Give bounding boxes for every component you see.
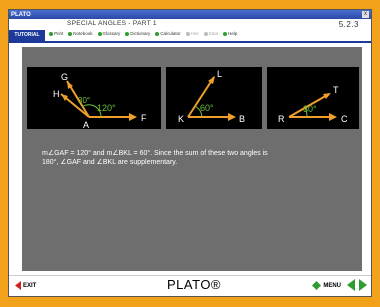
angle-measure-label: 120° (97, 103, 116, 113)
exit-arrow-icon (15, 281, 21, 290)
point-label-r: R (278, 114, 285, 124)
ray-af-arrowhead (129, 113, 137, 121)
next-page-icon[interactable] (359, 279, 367, 291)
data-dot-icon (203, 31, 208, 36)
menu-button[interactable]: MENU (312, 281, 341, 290)
point-label-g: G (61, 72, 68, 82)
lesson-title: SPECIAL ANGLES - PART 1 (67, 20, 157, 27)
notebook-dot-icon (68, 31, 73, 36)
page-navigation (347, 279, 367, 291)
menu-item-dictionary[interactable]: Dictionary (125, 31, 150, 36)
explanation-text: m∠GAF = 120° and m∠BKL = 60°. Since the … (42, 149, 347, 167)
exit-button[interactable]: EXIT (15, 281, 36, 290)
menu-item-hint: Hint (185, 31, 199, 36)
angle-measure-label: 30° (303, 104, 317, 114)
hint-dot-icon (185, 31, 190, 36)
angle-bkl-diagram: 60° L K B (166, 67, 262, 129)
angle-diagrams: 120° 30° G H A F 60° L K B 30° T R C (22, 67, 362, 129)
explanation-line-2: 180°, ∠GAF and ∠BKL are supplementary. (42, 159, 178, 166)
title-bar: PLATO x (9, 10, 371, 19)
menu-item-help[interactable]: Help (223, 31, 237, 36)
lesson-content: 120° 30° G H A F 60° L K B 30° T R C m∠G… (22, 47, 362, 271)
menu-diamond-icon (312, 281, 322, 290)
window-title: PLATO (11, 11, 31, 18)
close-icon[interactable]: x (362, 11, 369, 18)
plato-logo: PLATO® (167, 277, 222, 292)
exit-label: EXIT (23, 282, 37, 289)
point-label-l: L (217, 69, 222, 79)
point-label-c: C (341, 114, 348, 124)
print-dot-icon (49, 31, 53, 36)
plato-window: PLATO x TUTORIAL SPECIAL ANGLES - PART 1… (8, 9, 372, 297)
toolbar-menu: Print Notebook Glossary Dictionary Calcu… (49, 31, 237, 36)
point-label-b: B (239, 114, 245, 124)
point-label-t: T (333, 85, 339, 95)
angle-crt-diagram: 30° T R C (267, 67, 359, 129)
explanation-line-1: m∠GAF = 120° and m∠BKL = 60°. Since the … (42, 150, 268, 157)
menu-item-data: Data (203, 31, 218, 36)
ray-rt-arrowhead (323, 93, 331, 99)
angle-hag-measure: 30° (78, 96, 90, 105)
footer-bar: EXIT PLATO® MENU (9, 275, 371, 296)
page-number: 5.2.3 (338, 20, 359, 29)
point-label-a: A (83, 120, 89, 129)
point-label-h: H (53, 89, 60, 99)
point-label-k: K (178, 114, 184, 124)
mode-badge: TUTORIAL (9, 30, 45, 41)
angle-measure-label: 60° (200, 103, 214, 113)
help-dot-icon (223, 31, 228, 36)
menu-item-glossary[interactable]: Glossary (97, 31, 120, 36)
lesson-header: TUTORIAL SPECIAL ANGLES - PART 1 5.2.3 P… (9, 19, 371, 43)
ray-kb-arrowhead (228, 113, 236, 121)
dictionary-dot-icon (125, 31, 130, 36)
angle-gaf-diagram: 120° 30° G H A F (27, 67, 161, 129)
glossary-dot-icon (97, 31, 102, 36)
menu-item-notebook[interactable]: Notebook (68, 31, 93, 36)
ray-rc-arrowhead (329, 113, 337, 121)
point-label-f: F (141, 113, 147, 123)
calculator-dot-icon (155, 31, 160, 36)
menu-label: MENU (323, 282, 341, 289)
menu-item-calculator[interactable]: Calculator (155, 31, 181, 36)
menu-item-print[interactable]: Print (49, 31, 63, 36)
previous-page-icon[interactable] (347, 279, 355, 291)
